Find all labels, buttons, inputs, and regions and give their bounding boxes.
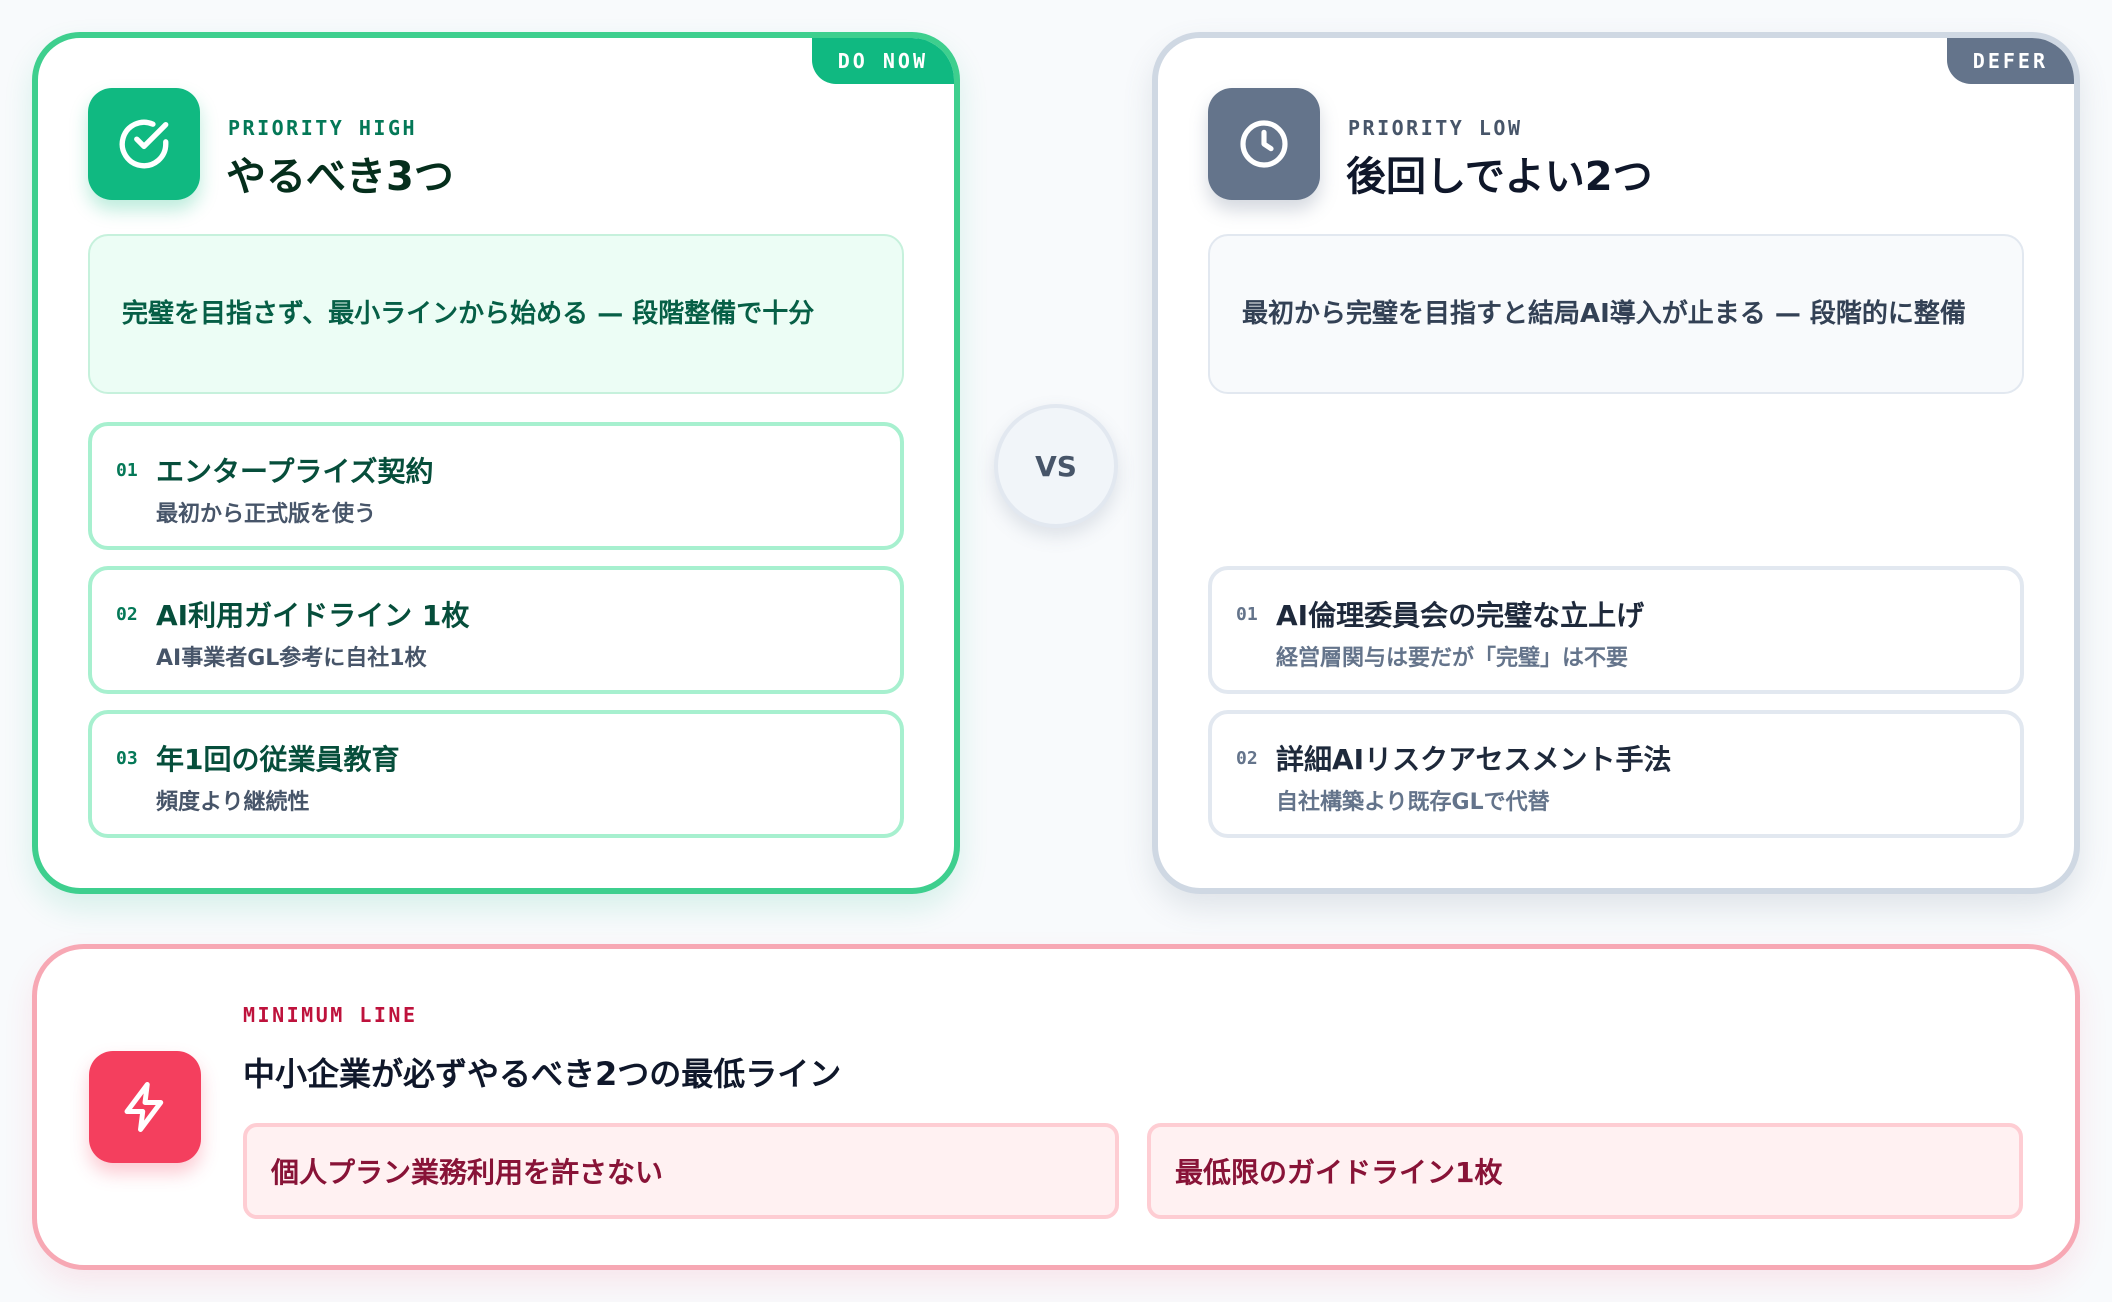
defer-title: 後回しでよい2つ: [1346, 154, 1653, 200]
item-subtitle: 頻度より継続性: [156, 790, 310, 815]
check-circle-icon: [88, 88, 200, 200]
item-subtitle: AI事業者GL参考に自社1枚: [156, 646, 427, 671]
clock-icon: [1208, 88, 1320, 200]
defer-item-2: 02 詳細AIリスクアセスメント手法 自社構築より既存GLで代替: [1208, 710, 2024, 838]
vs-badge: VS: [994, 404, 1118, 528]
do-now-tag: DO NOW: [811, 38, 954, 84]
minimum-line-card: MINIMUM LINE 中小企業が必ずやるべき2つの最低ライン 個人プラン業務…: [32, 944, 2080, 1270]
item-subtitle: 自社構築より既存GLで代替: [1276, 790, 1550, 815]
lightning-bolt-icon: [89, 1051, 201, 1163]
defer-summary: 最初から完璧を目指すと結局AI導入が止まる — 段階的に整備: [1208, 234, 2024, 394]
do-now-card: DO NOW PRIORITY HIGH やるべき3つ 完璧を目指さず、最小ライ…: [32, 32, 960, 894]
do-now-item-2: 02 AI利用ガイドライン 1枚 AI事業者GL参考に自社1枚: [88, 566, 904, 694]
item-title: AI倫理委員会の完璧な立上げ: [1276, 599, 1645, 632]
item-title: 年1回の従業員教育: [156, 743, 400, 776]
minimum-eyebrow: MINIMUM LINE: [243, 1003, 418, 1027]
item-title: 詳細AIリスクアセスメント手法: [1276, 743, 1672, 776]
do-now-summary: 完璧を目指さず、最小ラインから始める — 段階整備で十分: [88, 234, 904, 394]
item-number: 02: [116, 604, 138, 625]
item-number: 01: [1236, 604, 1258, 625]
item-subtitle: 経営層関与は要だが「完璧」は不要: [1276, 646, 1629, 671]
item-number: 01: [116, 460, 138, 481]
minimum-pill-1: 個人プラン業務利用を許さない: [243, 1123, 1119, 1219]
item-number: 02: [1236, 748, 1258, 769]
defer-tag: DEFER: [1946, 38, 2074, 84]
item-subtitle: 最初から正式版を使う: [156, 502, 377, 527]
do-now-item-3: 03 年1回の従業員教育 頻度より継続性: [88, 710, 904, 838]
item-number: 03: [116, 748, 138, 769]
defer-item-1: 01 AI倫理委員会の完璧な立上げ 経営層関与は要だが「完璧」は不要: [1208, 566, 2024, 694]
item-title: AI利用ガイドライン 1枚: [156, 599, 470, 632]
do-now-item-1: 01 エンタープライズ契約 最初から正式版を使う: [88, 422, 904, 550]
defer-eyebrow: PRIORITY LOW: [1348, 116, 1523, 140]
item-title: エンタープライズ契約: [156, 455, 434, 488]
minimum-pill-2: 最低限のガイドライン1枚: [1147, 1123, 2023, 1219]
do-now-title: やるべき3つ: [226, 154, 454, 200]
minimum-title: 中小企業が必ずやるべき2つの最低ライン: [243, 1055, 842, 1093]
do-now-eyebrow: PRIORITY HIGH: [228, 116, 418, 140]
defer-card: DEFER PRIORITY LOW 後回しでよい2つ 最初から完璧を目指すと結…: [1152, 32, 2080, 894]
